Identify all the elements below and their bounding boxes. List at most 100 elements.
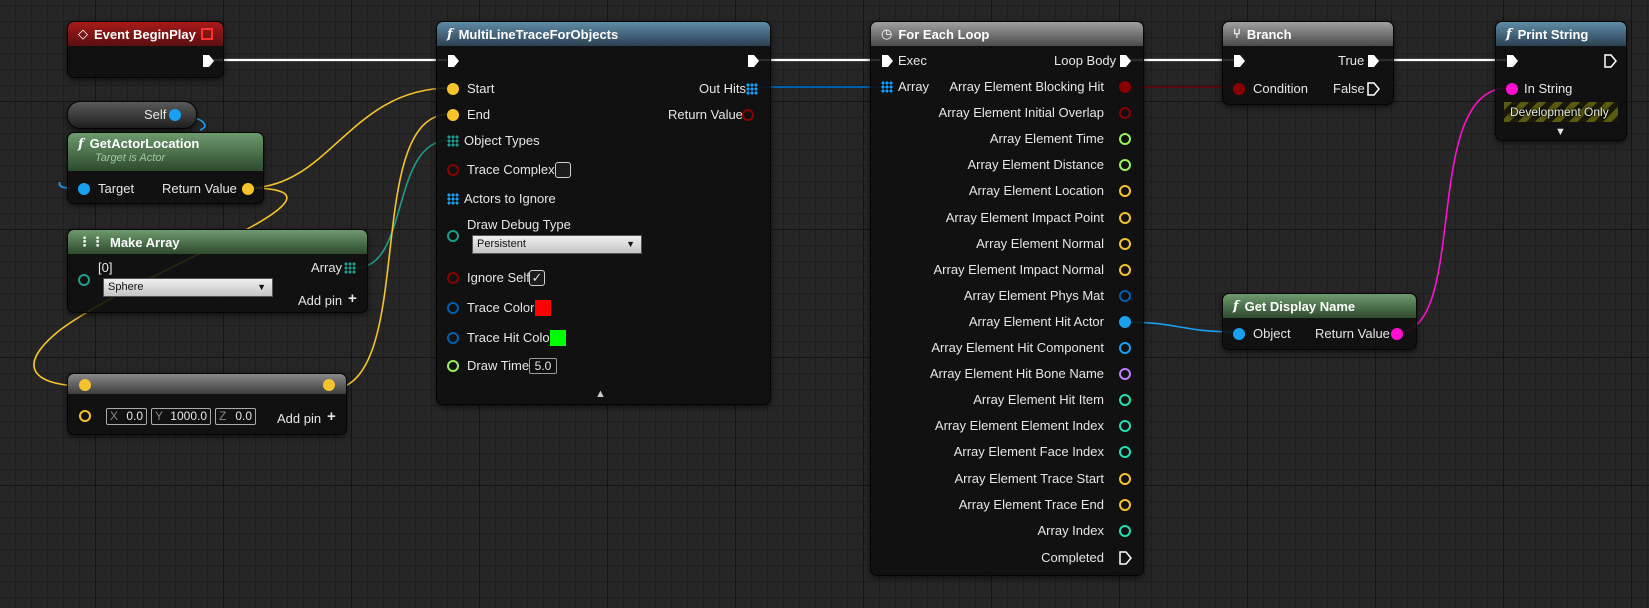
branch-node[interactable]: ⑂ Branch True Condition False: [1222, 21, 1394, 105]
draw-debug-type-pin[interactable]: [447, 230, 459, 242]
loop-output-pin[interactable]: [1119, 185, 1131, 198]
loop-output-pin[interactable]: [1119, 498, 1131, 511]
array-in-pin[interactable]: [881, 81, 893, 93]
end-pin[interactable]: [447, 109, 459, 121]
condition-pin[interactable]: [1233, 83, 1245, 95]
trace-return-value-pin[interactable]: [742, 109, 754, 121]
false-pin-icon[interactable]: [1367, 82, 1380, 96]
vector-y-field[interactable]: Y 1000.0: [151, 408, 211, 425]
vector-add-pin-label[interactable]: Add pin: [277, 411, 321, 427]
expand-arrow-icon[interactable]: ▼: [1555, 124, 1566, 140]
loop-output-pin[interactable]: [1119, 368, 1131, 381]
draw-time-field[interactable]: 5.0: [529, 358, 557, 374]
make-array-node[interactable]: ⋮⋮ Make Array [0] Sphere ▼ Array Add pin…: [67, 229, 368, 313]
loop-output-pin[interactable]: [1119, 107, 1131, 120]
loop-output-pin[interactable]: [1119, 211, 1131, 224]
get-actor-location-node[interactable]: f GetActorLocation Target is Actor Target…: [67, 132, 264, 204]
loop-output-pin[interactable]: [1119, 524, 1131, 537]
for-each-loop-node[interactable]: ◷ For Each Loop Exec Loop Body Array Arr…: [870, 21, 1144, 576]
draw-time-pin[interactable]: [447, 360, 459, 372]
loop-output-label: Array Element Trace End: [958, 496, 1104, 512]
trace-complex-label: Trace Complex: [467, 162, 555, 177]
loop-header: ◷ For Each Loop: [871, 22, 1143, 46]
loop-output-pin[interactable]: [1119, 289, 1131, 302]
loop-output-pin[interactable]: [1119, 446, 1131, 459]
ignore-self-checkbox[interactable]: ✓: [529, 270, 545, 286]
exec-in-pin-icon[interactable]: [447, 54, 460, 68]
trace-hit-color-pin[interactable]: [447, 332, 459, 344]
start-pin[interactable]: [447, 83, 459, 95]
trace-color-swatch[interactable]: [534, 299, 552, 317]
get-actor-location-header: f GetActorLocation Target is Actor: [68, 133, 263, 171]
object-types-pin[interactable]: [447, 135, 459, 147]
self-node[interactable]: Self: [67, 101, 197, 129]
loop-body-pin-icon[interactable]: [1119, 54, 1132, 68]
loop-output-pin[interactable]: [1119, 263, 1131, 276]
return-value-label: Return Value: [162, 181, 237, 196]
trace-hit-color-swatch[interactable]: [549, 329, 567, 347]
out-hits-pin[interactable]: [746, 83, 758, 95]
loop-output-label: Array Element Hit Bone Name: [929, 366, 1104, 382]
exec-out-pin-icon[interactable]: [747, 54, 760, 68]
in-string-pin[interactable]: [1506, 83, 1518, 95]
loop-output-pin[interactable]: [1119, 81, 1131, 93]
self-out-pin[interactable]: [169, 109, 181, 121]
exec-out-pin-icon[interactable]: [1604, 54, 1617, 68]
loop-output-label: Array Index: [1037, 522, 1104, 538]
exec-out-pin-icon[interactable]: [202, 54, 215, 68]
loop-output-label: Array Element Distance: [967, 157, 1104, 173]
add-pin-label[interactable]: Add pin: [298, 293, 342, 309]
array-out-pin[interactable]: [344, 262, 356, 274]
loop-output-pin[interactable]: [1119, 420, 1131, 433]
loop-output-pin[interactable]: [1119, 472, 1131, 485]
exec-in-pin-icon[interactable]: [881, 54, 894, 68]
trace-complex-checkbox[interactable]: [555, 162, 571, 178]
loop-output-pin[interactable]: [1119, 315, 1131, 328]
loop-output-pin[interactable]: [1119, 394, 1131, 407]
object-type-dropdown[interactable]: Sphere ▼: [103, 278, 273, 297]
vector-node[interactable]: X 0.0 Y 1000.0 Z 0.0 Add pin +: [67, 373, 347, 435]
loop-output-pin[interactable]: [1119, 133, 1131, 146]
display-name-return-pin[interactable]: [1391, 328, 1403, 340]
true-pin-icon[interactable]: [1367, 54, 1380, 68]
collapse-arrow-icon[interactable]: ▲: [595, 386, 606, 402]
actors-to-ignore-pin[interactable]: [447, 193, 459, 205]
ignore-self-pin[interactable]: [447, 272, 459, 284]
loop-output-pin[interactable]: [1119, 237, 1131, 250]
get-actor-location-title: GetActorLocation: [89, 136, 200, 151]
trace-color-label: Trace Color: [467, 300, 535, 315]
function-icon: f: [78, 137, 84, 152]
loop-output-pin[interactable]: [1119, 342, 1131, 354]
delegate-pin-icon[interactable]: [201, 28, 213, 40]
loop-output-pin[interactable]: [1119, 159, 1131, 172]
out-hits-label: Out Hits: [699, 81, 746, 96]
multi-line-trace-node[interactable]: f MultiLineTraceForObjects Start Out Hit…: [436, 21, 771, 405]
trace-complex-pin[interactable]: [447, 164, 459, 176]
exec-in-pin-icon[interactable]: [1233, 54, 1246, 68]
event-beginplay-node[interactable]: ◇ Event BeginPlay: [67, 21, 224, 78]
exec-in-pin-icon[interactable]: [1506, 54, 1519, 68]
target-pin[interactable]: [78, 183, 90, 195]
element-pin[interactable]: [78, 274, 90, 286]
add-pin-plus-icon[interactable]: +: [348, 291, 357, 307]
loop-output-label: Array Element Element Index: [934, 418, 1104, 434]
loop-output-label: Array Element Trace Start: [954, 470, 1104, 486]
branch-icon: ⑂: [1233, 26, 1241, 42]
completed-pin-icon[interactable]: [1119, 551, 1132, 565]
function-icon: f: [1506, 26, 1512, 42]
draw-debug-type-dropdown[interactable]: Persistent ▼: [472, 235, 642, 254]
vector-in-pin[interactable]: [79, 410, 91, 422]
vector-in-pin-top[interactable]: [79, 379, 91, 391]
vector-out-pin[interactable]: [323, 379, 335, 391]
print-string-node[interactable]: f Print String In String Development Onl…: [1495, 21, 1627, 141]
object-pin[interactable]: [1233, 328, 1245, 340]
trace-color-pin[interactable]: [447, 302, 459, 314]
vector-z-field[interactable]: Z 0.0: [215, 408, 256, 425]
loop-output-label: Array Element Phys Mat: [963, 287, 1104, 303]
vector-add-pin-plus-icon[interactable]: +: [327, 409, 336, 425]
loop-output-label: Array Element Hit Component: [931, 340, 1104, 355]
actors-to-ignore-label: Actors to Ignore: [464, 191, 556, 206]
vector-x-field[interactable]: X 0.0: [106, 408, 147, 425]
get-display-name-node[interactable]: f Get Display Name Object Return Value: [1222, 293, 1417, 350]
location-out-pin[interactable]: [242, 183, 254, 195]
